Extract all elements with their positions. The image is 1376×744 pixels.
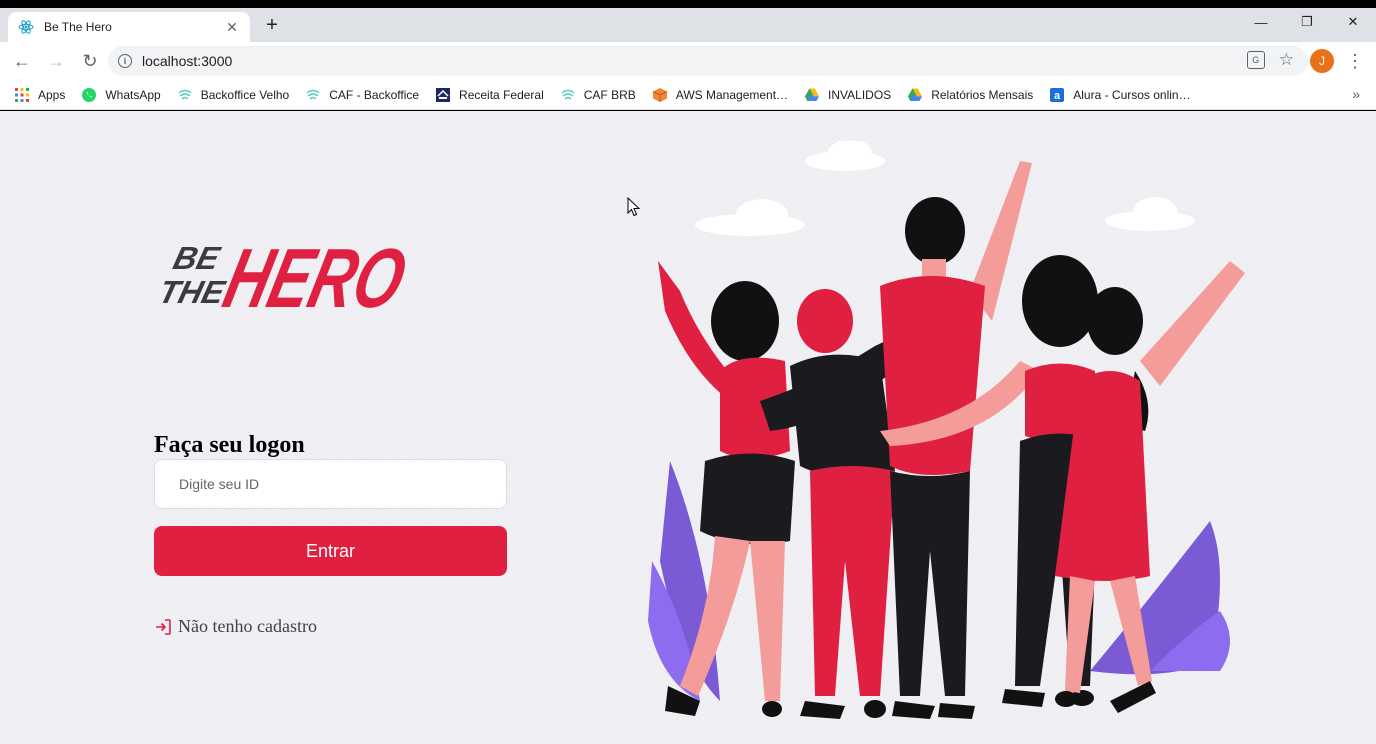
mouse-cursor-icon — [627, 197, 641, 217]
back-button[interactable]: ← — [8, 47, 36, 75]
register-link-label: Não tenho cadastro — [178, 616, 317, 636]
bookmark-label: Alura - Cursos onlin… — [1073, 87, 1191, 102]
bookmark-aws[interactable]: AWS Management… — [652, 87, 788, 103]
page-content: BE THE HERO Faça seu logon Entrar Não te… — [0, 111, 1376, 744]
bookmark-apps[interactable]: Apps — [14, 87, 65, 103]
minimize-button[interactable]: — — [1238, 8, 1284, 36]
bookmark-alura[interactable]: a Alura - Cursos onlin… — [1049, 87, 1191, 103]
whatsapp-icon — [82, 87, 97, 102]
bookmark-receita-federal[interactable]: Receita Federal — [435, 87, 544, 103]
id-input[interactable] — [154, 459, 507, 509]
reload-button[interactable]: ↻ — [76, 47, 104, 75]
logo-the: THE — [155, 274, 229, 309]
info-icon[interactable]: i — [118, 54, 132, 68]
address-bar[interactable]: i localhost:3000 G ☆ — [108, 46, 1308, 76]
drive-icon — [805, 88, 820, 101]
caf-icon — [561, 89, 575, 100]
be-the-hero-logo: BE THE HERO — [155, 232, 408, 326]
bookmark-relatorios-mensais[interactable]: Relatórios Mensais — [907, 87, 1033, 103]
aws-icon — [652, 87, 668, 102]
drive-icon — [908, 88, 923, 101]
close-tab-icon[interactable]: ✕ — [224, 19, 240, 35]
restore-button[interactable]: ❐ — [1284, 8, 1330, 36]
bookmark-label: Receita Federal — [459, 87, 544, 102]
bookmark-label: INVALIDOS — [828, 87, 892, 102]
bookmark-whatsapp[interactable]: WhatsApp — [81, 87, 161, 103]
bookmark-caf-brb[interactable]: CAF BRB — [560, 87, 636, 103]
heroes-illustration — [648, 141, 1245, 719]
bookmark-label: Apps — [38, 87, 66, 102]
bookmark-backoffice-velho[interactable]: Backoffice Velho — [177, 87, 290, 103]
alura-icon: a — [1050, 87, 1065, 102]
bookmark-label: Relatórios Mensais — [931, 87, 1034, 102]
bookmark-caf-backoffice[interactable]: CAF - Backoffice — [305, 87, 419, 103]
bookmark-invalidos[interactable]: INVALIDOS — [804, 87, 891, 103]
window-top-border — [0, 0, 1376, 8]
bookmark-label: CAF BRB — [583, 87, 636, 102]
react-icon — [18, 20, 34, 34]
logo-be: BE — [170, 240, 225, 275]
register-link[interactable]: Não tenho cadastro — [154, 616, 317, 637]
tab-strip: Be The Hero ✕ + — ❐ ✕ — [0, 8, 1376, 42]
profile-avatar[interactable]: J — [1310, 49, 1334, 73]
apps-grid-icon — [15, 87, 29, 102]
bookmark-label: Backoffice Velho — [200, 87, 290, 102]
caf-icon — [306, 89, 320, 100]
log-in-icon — [156, 618, 171, 635]
menu-icon[interactable]: ⋮ — [1346, 51, 1364, 71]
close-window-button[interactable]: ✕ — [1330, 8, 1376, 36]
bookmark-label: AWS Management… — [675, 87, 789, 102]
logo-hero: HERO — [215, 232, 408, 326]
more-bookmarks-icon[interactable]: » — [1352, 86, 1360, 102]
enter-button[interactable]: Entrar — [154, 526, 507, 576]
tab-title: Be The Hero — [44, 20, 112, 34]
translate-icon[interactable]: G — [1246, 51, 1265, 69]
browser-toolbar: ← → ↻ i localhost:3000 G ☆ J ⋮ — [0, 42, 1376, 80]
bookmark-label: CAF - Backoffice — [329, 87, 420, 102]
star-icon[interactable]: ☆ — [1279, 51, 1294, 69]
url-text: localhost:3000 — [142, 53, 233, 69]
bookmarks-bar: Apps WhatsApp Backoffice Velho CAF - Bac… — [0, 80, 1376, 110]
forward-button[interactable]: → — [42, 47, 70, 75]
window-controls: — ❐ ✕ — [1238, 8, 1376, 36]
caf-icon — [178, 89, 192, 100]
new-tab-button[interactable]: + — [262, 15, 282, 36]
login-title: Faça seu logon — [154, 432, 305, 458]
tab-be-the-hero[interactable]: Be The Hero ✕ — [8, 12, 250, 42]
svg-text:a: a — [1054, 90, 1061, 102]
receita-icon — [436, 87, 451, 102]
bookmark-label: WhatsApp — [105, 87, 161, 102]
